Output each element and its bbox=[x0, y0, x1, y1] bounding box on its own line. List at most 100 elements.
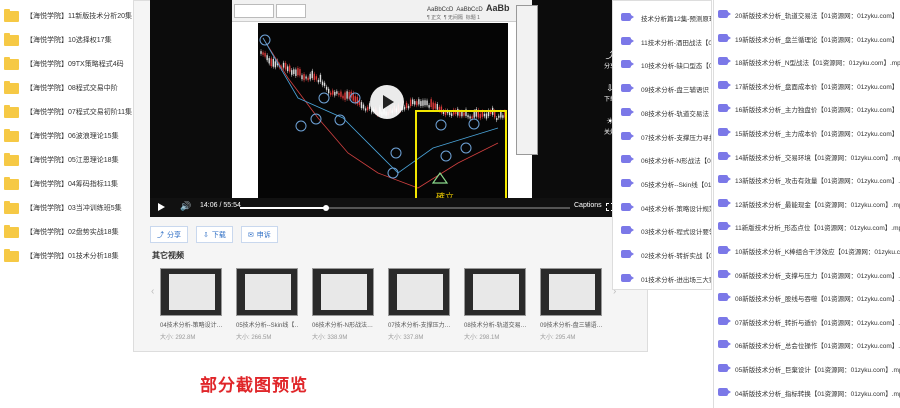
folder-item[interactable]: 【海悦学院】02盘势实战18集 bbox=[0, 220, 132, 244]
file-item[interactable]: 07新版技术分析_转折与遁价【01资源网：01zyku.com】.mp4 bbox=[714, 309, 900, 333]
folder-item[interactable]: 【海悦学院】11新版技术分析20集 bbox=[0, 4, 132, 28]
video-player[interactable]: AaBbCcD AaBbCcD AaBb ¶ 正文 ¶ 无间隔 标题 1 確立 bbox=[150, 0, 640, 217]
folder-item[interactable]: 【海悦学院】05江恩理论18集 bbox=[0, 148, 132, 172]
file-label: 09新版技术分析_支撑与压力【01资源网：01zyku.com】.mp4 bbox=[735, 272, 900, 280]
thumbnail-screen bbox=[397, 274, 443, 310]
candle-body bbox=[297, 68, 299, 76]
download-label: 下载 bbox=[211, 231, 226, 239]
share-button[interactable]: ⤴ 分享 bbox=[150, 226, 188, 243]
file-item[interactable]: 13新版技术分析_攻击有效量【01资源网：01zyku.com】.mp4 bbox=[714, 167, 900, 191]
folder-icon bbox=[4, 128, 19, 142]
progress-bar[interactable] bbox=[240, 205, 570, 211]
file-item[interactable]: 09新版技术分析_支撑与压力【01资源网：01zyku.com】.mp4 bbox=[714, 262, 900, 286]
candle-body bbox=[336, 91, 338, 94]
file-item[interactable]: 12新版技术分析_最能现金【01资源网：01zyku.com】.mp4 bbox=[714, 191, 900, 215]
file-label: 08新版技术分析_股线与吞噬【01资源网：01zyku.com】.mp4 bbox=[735, 296, 900, 304]
chapter-list: 技术分析篇12集-预测原理 11技术分析-酒田战法【0 10技术分析-缺口型态【0 0… bbox=[612, 0, 712, 290]
file-label: 04新版技术分析_指标转换【01资源网：01zyku.com】.mp4 bbox=[735, 390, 900, 398]
chapter-item[interactable]: 05技术分析--Skin线【01 bbox=[613, 171, 711, 195]
file-item[interactable]: 18新版技术分析_N型战法【01资源网：01zyku.com】.mp4 bbox=[714, 49, 900, 73]
candle-body bbox=[330, 92, 332, 95]
folder-label: 【海悦学院】05江恩理论18集 bbox=[26, 157, 119, 164]
chapter-item[interactable]: 09技术分析-盘三辅语识【 bbox=[613, 76, 711, 100]
folder-item[interactable]: 【海悦学院】08程式交易中阶 bbox=[0, 76, 132, 100]
candle-body bbox=[364, 108, 367, 111]
progress-knob[interactable] bbox=[322, 205, 329, 211]
folder-item[interactable]: 【海悦学院】01技术分析18集 bbox=[0, 244, 132, 268]
chapter-item[interactable]: 06技术分析-N形战法【01 bbox=[613, 147, 712, 171]
video-thumbnail[interactable]: 08技术分析-轨道交易… 大小: 298.1M bbox=[464, 268, 526, 348]
video-thumbnail[interactable]: 04技术分析-策略设计… 大小: 292.8M bbox=[160, 268, 222, 348]
complaint-button[interactable]: ✉ 申诉 bbox=[240, 226, 278, 243]
video-thumbnail[interactable]: 05技术分析--Skin线【… 大小: 266.5M bbox=[236, 268, 298, 348]
file-item[interactable]: 14新版技术分析_交易环境【01资源网：01zyku.com】.mp4 bbox=[714, 144, 900, 168]
play-small-icon[interactable] bbox=[158, 203, 165, 211]
video-thumbnail[interactable]: 07技术分析-支撑压力… 大小: 337.8M bbox=[388, 268, 450, 348]
folder-item[interactable]: 【海悦学院】09TX策略程式4码 bbox=[0, 52, 132, 76]
file-item[interactable]: 04新版技术分析_指标转换【01资源网：01zyku.com】.mp4 bbox=[714, 380, 900, 404]
folder-item[interactable]: 【海悦学院】07程式交易初阶11集 bbox=[0, 100, 132, 124]
volume-icon[interactable]: 🔊 bbox=[180, 201, 191, 212]
chapter-item[interactable]: 08技术分析-轨道交易法【 bbox=[613, 100, 711, 124]
file-item[interactable]: 05新版技术分析_巨棄设计【01资源网：01zyku.com】.mp4 bbox=[714, 356, 900, 380]
folder-item[interactable]: 【海悦学院】03当冲训练班5集 bbox=[0, 196, 132, 220]
thumbnail-strip: 04技术分析-策略设计… 大小: 292.8M 05技术分析--Skin线【… 大小:… bbox=[160, 268, 610, 348]
file-item[interactable]: 19新版技术分析_盘兰循理论【01资源网：01zyku.com】 bbox=[714, 26, 900, 50]
candle-body bbox=[481, 111, 484, 117]
size-box bbox=[276, 4, 306, 18]
folder-icon bbox=[4, 176, 19, 190]
chapter-item[interactable]: 11技术分析-酒田战法【0 bbox=[613, 29, 711, 53]
candle-body bbox=[311, 70, 313, 79]
style-sample-2: AaBbCcD bbox=[456, 7, 483, 13]
candle-body bbox=[457, 108, 459, 116]
folder-icon bbox=[4, 104, 19, 118]
folder-item[interactable]: 【海悦学院】06波浪理论15集 bbox=[0, 124, 132, 148]
candle-body bbox=[459, 111, 461, 117]
chapter-item[interactable]: 03技术分析-程式设计要领 bbox=[613, 218, 711, 242]
file-label: 20新版技术分析_轨道交易法【01资源网：01zyku.com】 bbox=[735, 13, 899, 20]
folder-item[interactable]: 【海悦学院】10选择权17集 bbox=[0, 28, 132, 52]
chapter-item[interactable]: 10技术分析-缺口型态【0 bbox=[613, 52, 711, 76]
video-file-icon bbox=[718, 387, 731, 396]
video-file-icon bbox=[621, 155, 634, 164]
folder-item[interactable]: 【海悦学院】04筹码指标11集 bbox=[0, 172, 132, 196]
thumbnail-screen bbox=[169, 274, 215, 310]
style-gallery: AaBbCcD AaBbCcD AaBb bbox=[427, 3, 510, 13]
file-item[interactable]: 08新版技术分析_股线与吞噬【01资源网：01zyku.com】.mp4 bbox=[714, 285, 900, 309]
chapter-label: 06技术分析-N形战法【01 bbox=[641, 158, 712, 166]
video-file-icon bbox=[718, 222, 731, 231]
thumbnail-title: 05技术分析--Skin线【… bbox=[236, 323, 298, 329]
video-thumbnail[interactable]: 09技术分析-盘三辅语… 大小: 295.4M bbox=[540, 268, 602, 348]
video-actions: ⤴ 分享 ⇩ 下载 ✉ 申诉 bbox=[150, 226, 278, 243]
thumb-prev-icon[interactable]: ‹ bbox=[151, 286, 154, 297]
video-file-icon bbox=[621, 178, 634, 187]
file-item[interactable]: 06新版技术分析_总会位操作【01资源网：01zyku.com】.mp4 bbox=[714, 332, 900, 356]
play-button[interactable] bbox=[370, 85, 404, 119]
video-thumbnail[interactable]: 06技术分析-N形战法… 大小: 338.9M bbox=[312, 268, 374, 348]
file-item[interactable]: 16新版技术分析_主力独盘价【01资源网：01zyku.com】 bbox=[714, 96, 900, 120]
candle-body bbox=[469, 116, 471, 119]
chapter-item[interactable]: 02技术分析-转折实战【0 bbox=[613, 242, 711, 266]
folder-icon bbox=[4, 56, 19, 70]
chapter-item[interactable]: 07技术分析-支撑压力寻找 bbox=[613, 124, 711, 148]
download-button[interactable]: ⇩ 下载 bbox=[196, 226, 233, 243]
file-label: 18新版技术分析_N型战法【01资源网：01zyku.com】.mp4 bbox=[735, 60, 900, 68]
candle-body bbox=[473, 111, 475, 118]
candle-body bbox=[424, 100, 426, 106]
file-item[interactable]: 11新版技术分析_形态点位【01资源网：01zyku.com】.mp4 bbox=[714, 214, 900, 238]
video-file-icon bbox=[621, 131, 634, 140]
file-item[interactable]: 10新版技术分析_K棒组合干涉效应【01资源网：01zyku.com】 bbox=[714, 238, 900, 262]
file-item[interactable]: 15新版技术分析_主力成本价【01资源网：01zyku.com】 bbox=[714, 120, 900, 144]
candle-body bbox=[289, 65, 291, 72]
file-item[interactable]: 20新版技术分析_轨道交易法【01资源网：01zyku.com】 bbox=[714, 2, 900, 26]
file-item[interactable]: 17新版技术分析_盘面成本价【01资源网：01zyku.com】 bbox=[714, 73, 900, 97]
thumbnail-size: 大小: 338.9M bbox=[312, 335, 348, 341]
chapter-item[interactable]: 01技术分析-进出场三大要 bbox=[613, 266, 711, 289]
candle-body bbox=[407, 105, 410, 109]
folder-label: 【海悦学院】10选择权17集 bbox=[26, 37, 112, 44]
chapter-item[interactable]: 04技术分析-策略设计规范 bbox=[613, 195, 711, 219]
captions-button[interactable]: Captions bbox=[574, 202, 602, 209]
video-file-icon bbox=[621, 36, 634, 45]
candle-body bbox=[307, 77, 309, 81]
chapter-item[interactable]: 技术分析篇12集-预测原理 bbox=[613, 5, 711, 29]
